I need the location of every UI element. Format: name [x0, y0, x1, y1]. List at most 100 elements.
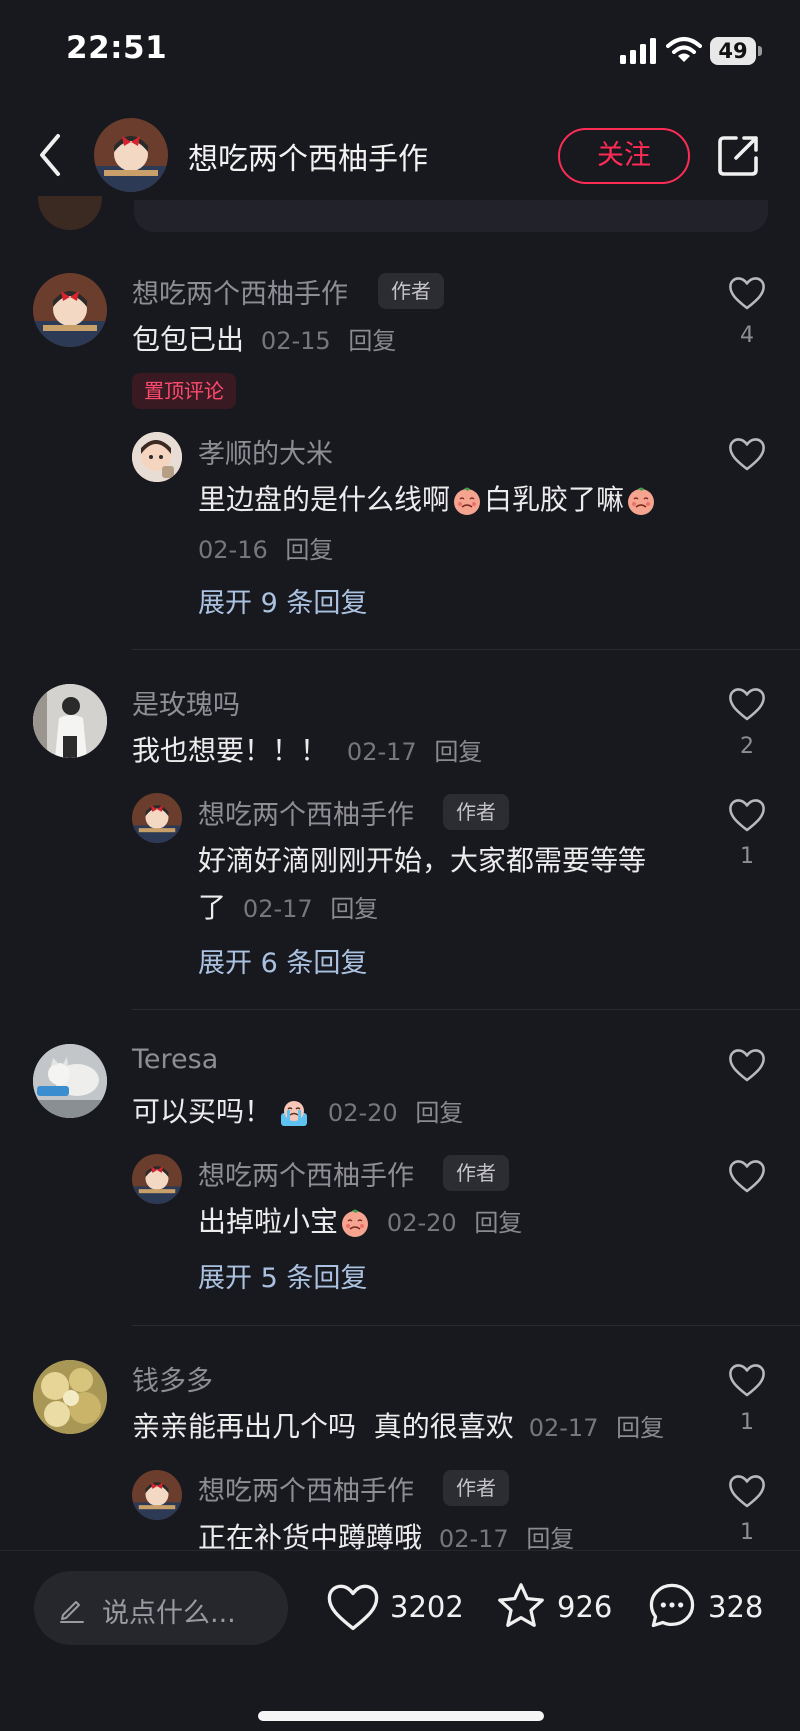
comment-text-content: 我也想要！！！ — [132, 734, 329, 767]
home-indicator[interactable] — [258, 1711, 544, 1721]
reply-button[interactable]: 回复 — [474, 1209, 522, 1237]
reply-button[interactable]: 回复 — [330, 895, 378, 923]
heart-icon[interactable] — [728, 1362, 766, 1398]
previous-comment-edge — [134, 200, 768, 232]
author-tag: 作者 — [378, 273, 444, 309]
avatar[interactable] — [33, 684, 107, 758]
chat-bubble-icon[interactable] — [645, 1580, 699, 1632]
like-count-total: 3202 — [390, 1590, 464, 1624]
comment-meta: 02-17 回复 — [529, 1414, 664, 1442]
reply-username[interactable]: 想吃两个西柚手作 — [198, 1469, 414, 1508]
reply-text-line-1: 好滴好滴刚刚开始，大家都需要等等 — [198, 844, 647, 877]
battery-level: 49 — [718, 39, 748, 63]
reply-button[interactable]: 回复 — [348, 327, 396, 355]
back-icon[interactable] — [34, 130, 66, 180]
heart-icon[interactable] — [728, 1158, 766, 1194]
divider — [132, 1009, 800, 1010]
previous-avatar-edge — [38, 196, 102, 230]
status-bar: 22:51 49 — [0, 0, 800, 100]
star-icon[interactable] — [494, 1580, 548, 1632]
reply-text: 出掉啦小宝 02-20 回复 — [198, 1200, 522, 1240]
avatar[interactable] — [33, 1360, 107, 1434]
comment-input[interactable]: 说点什么... — [34, 1571, 288, 1645]
comment-meta: 02-15 回复 — [261, 327, 396, 355]
comment-username[interactable]: 钱多多 — [132, 1359, 213, 1398]
reply-date: 02-17 — [242, 895, 313, 923]
author-tag: 作者 — [443, 794, 509, 830]
heart-icon[interactable] — [728, 1047, 766, 1083]
comments-screen: 22:51 49 想吃两个西柚手作 关注 想吃两个西柚手作 作者 包包已出 02… — [0, 0, 800, 1731]
avatar[interactable] — [33, 1044, 107, 1118]
divider — [132, 649, 800, 650]
reply-button[interactable]: 回复 — [526, 1525, 574, 1553]
battery-cap — [758, 46, 762, 56]
comment-date: 02-15 — [260, 327, 331, 355]
reply-meta: 02-20 回复 — [387, 1209, 522, 1237]
follow-button[interactable]: 关注 — [558, 128, 690, 184]
avatar[interactable] — [33, 273, 107, 347]
heart-icon[interactable] — [728, 797, 766, 833]
like-count: 1 — [740, 1520, 754, 1545]
reply-button[interactable]: 回复 — [616, 1414, 664, 1442]
avatar[interactable] — [132, 1470, 182, 1520]
heart-icon[interactable] — [728, 275, 766, 311]
comment-text-content: 包包已出 — [132, 323, 245, 356]
share-icon[interactable] — [716, 132, 762, 178]
comment-username[interactable]: 想吃两个西柚手作 — [132, 272, 348, 311]
expand-replies-button[interactable]: 展开 9 条回复 — [198, 581, 367, 620]
like-count: 2 — [740, 734, 754, 759]
avatar[interactable] — [132, 432, 182, 482]
reply-button[interactable]: 回复 — [415, 1099, 463, 1127]
reply-username[interactable]: 孝顺的大米 — [198, 432, 333, 471]
blush-emoji-icon — [625, 485, 657, 517]
wifi-icon — [666, 37, 702, 62]
reply-date: 02-20 — [386, 1209, 457, 1237]
reply-username[interactable]: 想吃两个西柚手作 — [198, 793, 414, 832]
signal-icon — [620, 38, 656, 64]
reply-button[interactable]: 回复 — [434, 738, 482, 766]
pencil-icon — [60, 1601, 84, 1623]
reply-username[interactable]: 想吃两个西柚手作 — [198, 1154, 414, 1193]
avatar[interactable] — [132, 1154, 182, 1204]
comment-meta: 02-17 回复 — [347, 738, 482, 766]
comment-meta: 02-20 回复 — [328, 1099, 463, 1127]
reply-button[interactable]: 回复 — [285, 536, 333, 564]
heart-icon[interactable] — [728, 1473, 766, 1509]
comment-date: 02-17 — [346, 738, 417, 766]
reply-meta: 02-16 回复 — [198, 530, 333, 565]
like-count: 1 — [740, 1410, 754, 1435]
heart-icon[interactable] — [728, 436, 766, 472]
comment-text-content: 亲亲能再出几个吗 真的很喜欢 — [132, 1410, 514, 1443]
like-heart-icon[interactable] — [326, 1581, 380, 1633]
heart-icon[interactable] — [728, 686, 766, 722]
comment-username[interactable]: Teresa — [132, 1044, 218, 1075]
comment-text-content: 可以买吗！ — [132, 1095, 273, 1128]
pinned-tag: 置顶评论 — [132, 373, 236, 409]
reply-meta: 02-17 回复 — [439, 1525, 574, 1553]
comment-text: 我也想要！！！ 02-17 回复 — [132, 729, 482, 769]
reply-text: 里边盘的是什么线啊 白乳胶了嘛 — [198, 478, 658, 518]
comment-text: 可以买吗！ 02-20 回复 — [132, 1090, 463, 1130]
reply-date: 02-17 — [438, 1525, 509, 1553]
expand-replies-button[interactable]: 展开 6 条回复 — [198, 941, 367, 980]
reply-date: 02-16 — [198, 536, 268, 564]
crying-emoji-icon — [278, 1097, 310, 1129]
gold-avatar-image — [33, 1360, 107, 1434]
reply-text-content: 了 — [198, 891, 227, 924]
comment-username[interactable]: 是玫瑰吗 — [132, 683, 240, 722]
avatar[interactable] — [132, 793, 182, 843]
header: 想吃两个西柚手作 关注 — [0, 100, 800, 212]
reply-text-content: 出掉啦小宝 — [198, 1205, 339, 1238]
reply-text-part-2: 白乳胶了嘛 — [484, 483, 625, 516]
mirror-selfie-avatar-image — [33, 684, 107, 758]
status-time: 22:51 — [66, 30, 168, 66]
page-title[interactable]: 想吃两个西柚手作 — [188, 134, 428, 178]
baby-avatar-image — [132, 432, 182, 482]
author-avatar[interactable] — [94, 118, 168, 192]
author-tag: 作者 — [443, 1155, 509, 1191]
comment-date: 02-17 — [528, 1414, 599, 1442]
expand-replies-button[interactable]: 展开 5 条回复 — [198, 1256, 367, 1295]
blush-emoji-icon — [339, 1207, 371, 1239]
comment-text: 亲亲能再出几个吗 真的很喜欢 02-17 回复 — [132, 1405, 664, 1445]
like-count: 1 — [740, 844, 754, 869]
